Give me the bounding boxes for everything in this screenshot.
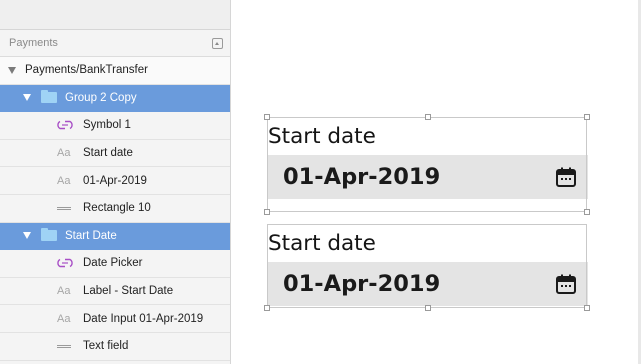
disclosure-triangle-icon[interactable] bbox=[8, 66, 16, 74]
disclosure-triangle-icon[interactable] bbox=[23, 232, 31, 240]
layers-sidebar: Payments Payments/BankTransfer Group 2 C… bbox=[0, 0, 231, 364]
section-title: Payments bbox=[9, 37, 58, 49]
date-picker-component[interactable]: Start date 01-Apr-2019 bbox=[267, 224, 588, 306]
rectangle-icon bbox=[57, 344, 71, 348]
symbol-icon bbox=[57, 259, 73, 268]
date-label: Start date bbox=[268, 123, 376, 149]
page-name: Payments/BankTransfer bbox=[25, 64, 148, 77]
date-value: 01-Apr-2019 bbox=[283, 164, 441, 190]
layer-row-text[interactable]: Aa Date Input 01-Apr-2019 bbox=[0, 305, 230, 333]
text-layer-icon: Aa bbox=[57, 147, 71, 160]
date-label: Start date bbox=[268, 230, 376, 256]
text-layer-icon: Aa bbox=[57, 312, 71, 325]
folder-icon bbox=[41, 90, 57, 104]
resize-handle[interactable] bbox=[584, 209, 590, 215]
layer-row-shape[interactable]: Rectangle 10 bbox=[0, 194, 230, 223]
design-canvas[interactable]: Start date 01-Apr-2019 Start date 01-Apr… bbox=[231, 0, 641, 364]
layer-name: Rectangle 10 bbox=[83, 202, 151, 215]
layer-name: Symbol 1 bbox=[83, 119, 131, 132]
page-row[interactable]: Payments/BankTransfer bbox=[0, 57, 230, 85]
text-layer-icon: Aa bbox=[57, 285, 71, 298]
layer-name: 01-Apr-2019 bbox=[83, 174, 147, 187]
sidebar-toolbar bbox=[0, 0, 230, 30]
layer-name: Label - Start Date bbox=[83, 285, 174, 298]
disclosure-triangle-icon[interactable] bbox=[23, 94, 31, 102]
date-picker-component[interactable]: Start date 01-Apr-2019 bbox=[267, 117, 588, 199]
group-name: Start Date bbox=[65, 229, 117, 242]
calendar-icon[interactable] bbox=[555, 273, 577, 295]
text-layer-icon: Aa bbox=[57, 174, 71, 187]
layer-name: Date Picker bbox=[83, 257, 143, 270]
layer-row-shape[interactable]: Text field bbox=[0, 332, 230, 361]
layer-group-row[interactable]: Group 2 Copy bbox=[0, 84, 230, 113]
date-input-field[interactable]: 01-Apr-2019 bbox=[267, 155, 588, 199]
layer-name: Text field bbox=[83, 340, 129, 353]
layer-name: Date Input 01-Apr-2019 bbox=[83, 312, 204, 325]
rectangle-icon bbox=[57, 206, 71, 210]
layer-row-text[interactable]: Aa Start date bbox=[0, 139, 230, 168]
resize-handle[interactable] bbox=[264, 209, 270, 215]
layer-row-symbol[interactable]: Date Picker bbox=[0, 250, 230, 278]
date-value: 01-Apr-2019 bbox=[283, 271, 441, 297]
layer-row-text[interactable]: Aa 01-Apr-2019 bbox=[0, 167, 230, 195]
group-name: Group 2 Copy bbox=[65, 91, 137, 104]
folder-icon bbox=[41, 228, 57, 242]
collapse-section-icon[interactable] bbox=[212, 37, 223, 49]
symbol-icon bbox=[57, 121, 73, 130]
section-header: Payments bbox=[0, 30, 230, 57]
date-input-field[interactable]: 01-Apr-2019 bbox=[267, 262, 588, 306]
layer-group-row[interactable]: Start Date bbox=[0, 222, 230, 251]
layer-row-symbol[interactable]: Symbol 1 bbox=[0, 112, 230, 140]
calendar-icon[interactable] bbox=[555, 166, 577, 188]
layer-row-text[interactable]: Aa Label - Start Date bbox=[0, 277, 230, 306]
layer-name: Start date bbox=[83, 147, 133, 160]
